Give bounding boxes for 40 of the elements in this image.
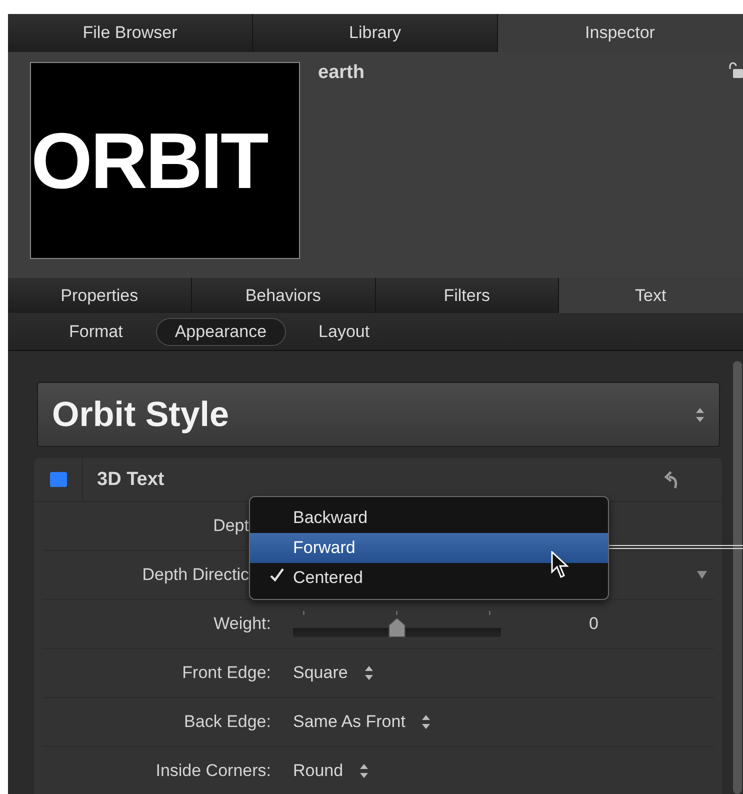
- field-label: Back Edge:: [183, 712, 271, 732]
- section-title: 3D Text: [97, 468, 166, 490]
- field-label: Inside Corners:: [154, 761, 271, 781]
- tab[interactable]: Filters: [376, 278, 560, 313]
- stepper-icon: [421, 713, 432, 731]
- field-label: Dept: [212, 516, 250, 536]
- tab[interactable]: Library: [253, 14, 498, 52]
- slider-value: 0: [589, 614, 598, 634]
- field-label: Depth Directic: [141, 565, 250, 585]
- popup-button[interactable]: Round: [293, 761, 370, 781]
- segment-tab[interactable]: Format: [50, 318, 142, 346]
- revert-icon[interactable]: [664, 470, 678, 488]
- tab[interactable]: Text: [559, 278, 743, 313]
- style-preset-popup[interactable]: Orbit Style: [37, 382, 720, 447]
- menu-item[interactable]: Centered: [250, 563, 608, 593]
- tab[interactable]: Properties: [8, 278, 192, 313]
- caret-icon[interactable]: [696, 570, 708, 580]
- field-label: Weight:: [212, 614, 271, 634]
- popup-button[interactable]: Same As Front: [293, 712, 432, 732]
- lock-icon[interactable]: [728, 62, 743, 79]
- menu-item[interactable]: Forward: [250, 533, 608, 563]
- object-name: earth: [318, 62, 366, 84]
- stepper-icon: [695, 406, 705, 424]
- checkmark-icon: [270, 568, 284, 582]
- field-label: Front Edge:: [181, 663, 271, 683]
- enable-checkbox[interactable]: [50, 472, 66, 487]
- segment-tab[interactable]: Layout: [300, 318, 389, 346]
- stepper-icon: [364, 664, 374, 682]
- thumbnail-text: ORBIT: [31, 114, 267, 206]
- menu-item[interactable]: Backward: [250, 503, 608, 533]
- slider-thumb[interactable]: [387, 616, 407, 638]
- tab[interactable]: Inspector: [498, 14, 743, 52]
- pointer-icon: [550, 551, 570, 579]
- popup-button[interactable]: Square: [293, 663, 374, 683]
- segment-tab[interactable]: Appearance: [156, 318, 286, 346]
- tab[interactable]: Behaviors: [192, 278, 376, 313]
- scrollbar[interactable]: [733, 361, 742, 794]
- tab[interactable]: File Browser: [8, 14, 253, 52]
- stepper-icon: [359, 762, 370, 780]
- preset-name: Orbit Style: [52, 394, 229, 434]
